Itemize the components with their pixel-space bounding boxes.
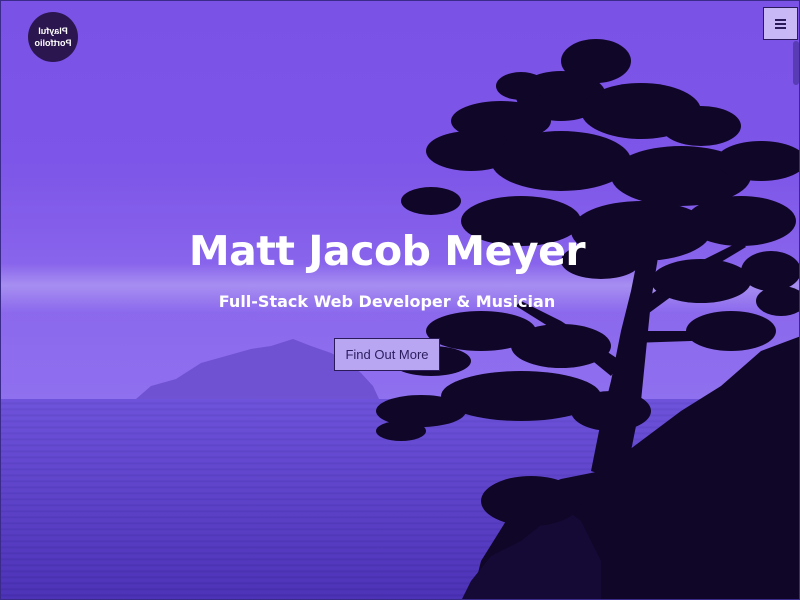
logo-line-1: Playful [38,26,68,36]
scrollbar[interactable] [793,41,799,85]
find-out-more-button[interactable]: Find Out More [334,338,440,371]
hero-title: Matt Jacob Meyer [188,227,586,275]
menu-toggle-button[interactable] [763,7,798,40]
logo-line-2: Portfolio [34,38,72,48]
site-logo[interactable]: Playful Portfolio [28,12,78,62]
hero-section: Playful Portfolio Matt Jacob Meyer Full-… [0,0,800,600]
hamburger-icon [775,18,786,29]
hero-subtitle: Full-Stack Web Developer & Musician [218,292,556,311]
